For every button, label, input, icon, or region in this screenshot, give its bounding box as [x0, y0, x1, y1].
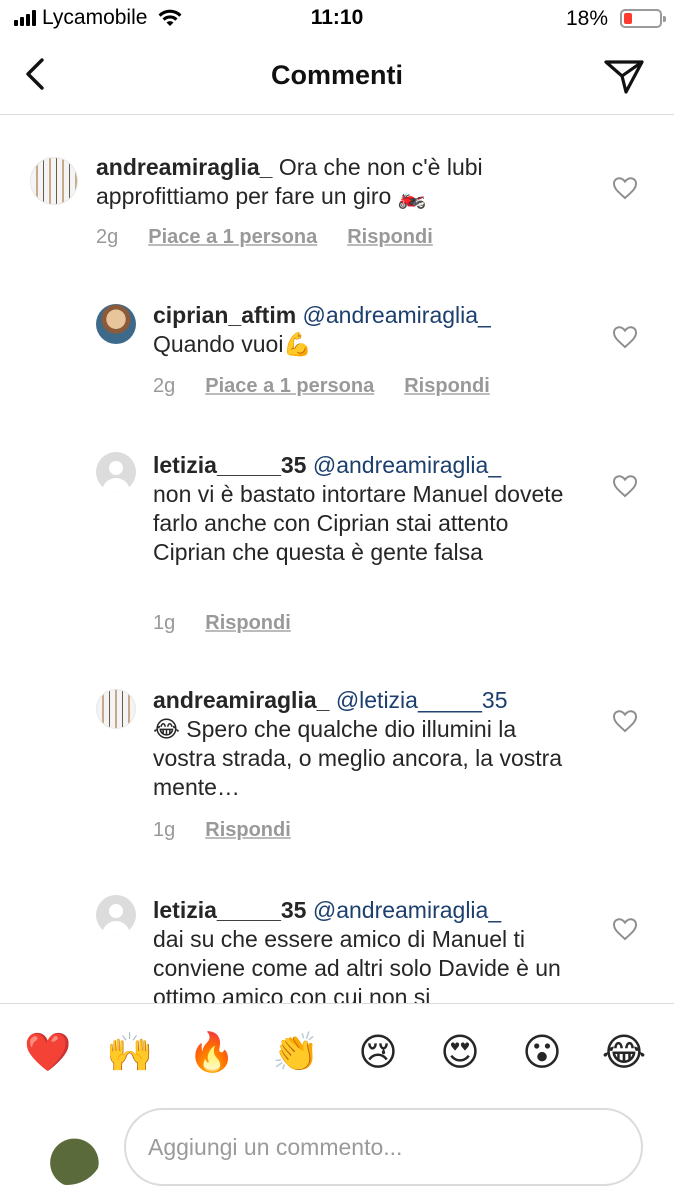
comment-input[interactable] [124, 1108, 643, 1186]
avatar[interactable] [96, 304, 136, 344]
reply-button[interactable]: Rispondi [347, 226, 433, 249]
comment-meta: 2g Piace a 1 persona Rispondi [153, 375, 490, 398]
likes-link[interactable]: Piace a 1 persona [148, 226, 317, 249]
comment-mention[interactable]: @andreamiraglia_ [313, 897, 501, 923]
avatar[interactable] [30, 157, 78, 205]
comment-body: dai su che essere amico di Manuel ti con… [153, 926, 561, 1003]
comment-username[interactable]: andreamiraglia_ [153, 687, 329, 713]
battery-percent: 18% [565, 7, 608, 30]
comment-reply: letizia_____35 @andreamiraglia_ non vi è… [0, 440, 674, 640]
page-title: Commenti [270, 60, 403, 90]
comment-reply: ciprian_aftim @andreamiraglia_ Quando vu… [0, 290, 674, 420]
paper-plane-icon[interactable] [602, 54, 646, 98]
avatar[interactable] [96, 689, 136, 729]
heart-icon[interactable] [612, 474, 638, 498]
comment-text: letizia_____35 @andreamiraglia_ non vi è… [153, 451, 573, 567]
comment-username[interactable]: andreamiraglia_ [96, 154, 272, 180]
heart-icon[interactable] [612, 176, 638, 200]
comment-mention[interactable]: @andreamiraglia_ [303, 302, 491, 328]
comment-text: letizia_____35 @andreamiraglia_ dai su c… [153, 896, 573, 1003]
header: Commenti [0, 40, 674, 115]
comment-body: Quando vuoi💪 [153, 331, 313, 357]
comment-age: 1g [153, 819, 176, 841]
avatar [30, 1111, 104, 1185]
emoji-clap-button[interactable]: 👏 [272, 1028, 320, 1076]
comment-composer [0, 1100, 674, 1200]
battery-icon [620, 9, 666, 28]
emoji-heart-eyes-button[interactable]: 😍 [436, 1028, 484, 1076]
comment-text: andreamiraglia_ Ora che non c'è lubi app… [96, 153, 536, 211]
comment-text: ciprian_aftim @andreamiraglia_ Quando vu… [153, 301, 593, 359]
comment-username[interactable]: letizia_____35 [153, 452, 306, 478]
reply-button[interactable]: Rispondi [205, 612, 291, 635]
emoji-fire-button[interactable]: 🔥 [188, 1028, 236, 1076]
comment-age: 1g [153, 612, 176, 634]
comment-meta: 1g Rispondi [153, 819, 291, 842]
heart-icon[interactable] [612, 325, 638, 349]
comment-text: andreamiraglia_ @letizia_____35 😂 Spero … [153, 686, 573, 802]
comment-body: non vi è bastato intortare Manuel dovete… [153, 481, 564, 565]
emoji-quick-bar: ❤️ 🙌 🔥 👏 😢 😍 😮 😂 [0, 1003, 674, 1099]
comment-username[interactable]: letizia_____35 [153, 897, 306, 923]
emoji-crying-button[interactable]: 😢 [354, 1028, 402, 1076]
emoji-heart-button[interactable]: ❤️ [24, 1028, 72, 1076]
heart-icon[interactable] [612, 709, 638, 733]
comment-mention[interactable]: @andreamiraglia_ [313, 452, 501, 478]
comment-list: andreamiraglia_ Ora che non c'è lubi app… [0, 115, 674, 1003]
comment-age: 2g [96, 226, 119, 248]
comment-reply: letizia_____35 @andreamiraglia_ dai su c… [0, 885, 674, 1003]
comment-reply: andreamiraglia_ @letizia_____35 😂 Spero … [0, 675, 674, 855]
comment-age: 2g [153, 375, 176, 397]
reply-button[interactable]: Rispondi [404, 375, 490, 398]
status-bar: Lycamobile 11:10 18% [0, 0, 674, 40]
comment-meta: 1g Rispondi [153, 612, 291, 635]
likes-link[interactable]: Piace a 1 persona [205, 375, 374, 398]
emoji-laughing-button[interactable]: 😂 [600, 1028, 648, 1076]
comment-mention[interactable]: @letizia_____35 [336, 687, 508, 713]
comment-username[interactable]: ciprian_aftim [153, 302, 296, 328]
comment-body: 😂 Spero che qualche dio illumini la vost… [153, 716, 563, 800]
avatar[interactable] [96, 895, 136, 935]
comment: andreamiraglia_ Ora che non c'è lubi app… [0, 115, 674, 275]
comment-meta: 2g Piace a 1 persona Rispondi [96, 226, 433, 249]
heart-icon[interactable] [612, 917, 638, 941]
reply-button[interactable]: Rispondi [205, 819, 291, 842]
emoji-raised-hands-button[interactable]: 🙌 [106, 1028, 154, 1076]
emoji-surprised-button[interactable]: 😮 [518, 1028, 566, 1076]
avatar[interactable] [96, 452, 136, 492]
